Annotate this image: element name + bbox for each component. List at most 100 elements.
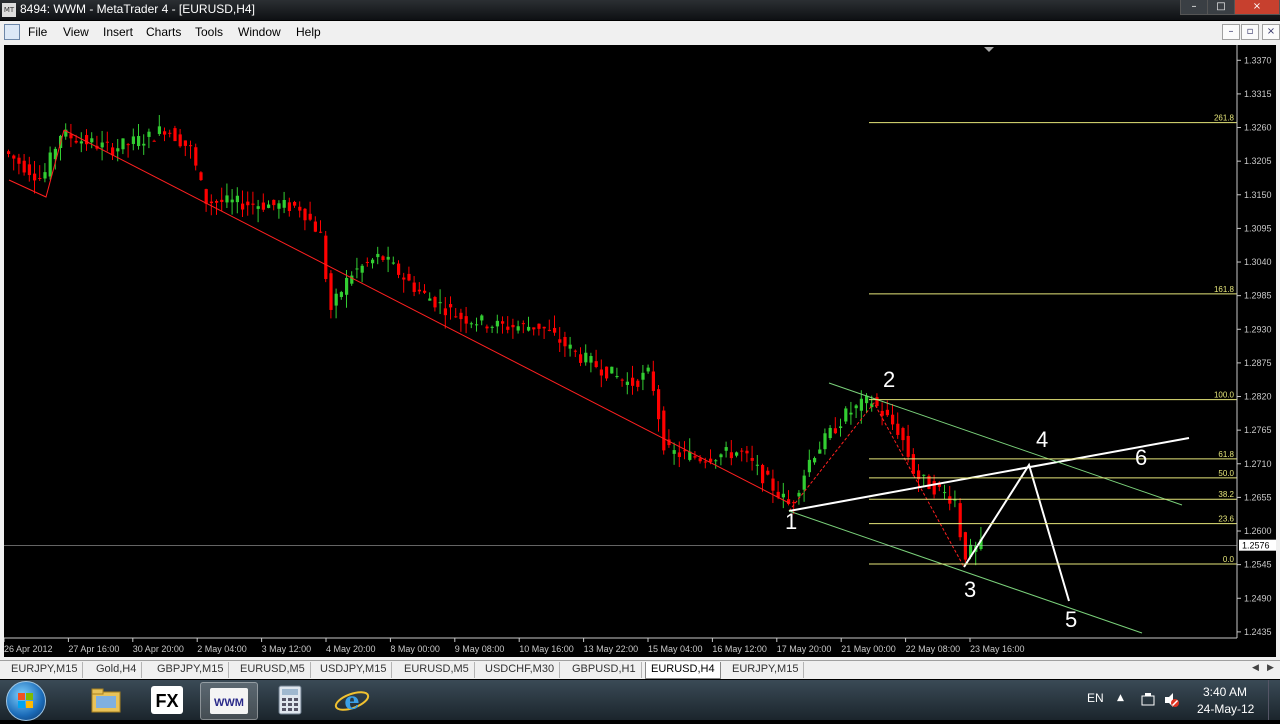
candle-bear bbox=[209, 201, 213, 204]
minimize-button[interactable]: – bbox=[1180, 0, 1208, 15]
fx-icon: FX bbox=[151, 686, 183, 714]
candle-bear bbox=[547, 329, 551, 331]
mdi-restore-button[interactable]: ▫ bbox=[1241, 24, 1259, 40]
close-button[interactable]: × bbox=[1234, 0, 1280, 15]
tab-usdjpy-m15[interactable]: USDJPY,M15 bbox=[315, 662, 393, 678]
candle-bear bbox=[313, 221, 317, 232]
candle-bull bbox=[844, 408, 848, 422]
time-label: 16 May 12:00 bbox=[712, 644, 767, 654]
chart-window-icon[interactable] bbox=[4, 24, 20, 40]
tabs-scroll-left-icon[interactable]: ◀ bbox=[1252, 663, 1259, 673]
tabs-scroll-right-icon[interactable]: ▶ bbox=[1267, 663, 1274, 673]
candle-bear bbox=[178, 134, 182, 147]
time-label: 8 May 00:00 bbox=[390, 644, 440, 654]
candle-bear bbox=[506, 326, 510, 330]
price-label: 1.2875 bbox=[1244, 358, 1272, 368]
candle-bull bbox=[157, 126, 161, 134]
clock-date[interactable]: 24-May-12 bbox=[1197, 702, 1254, 716]
start-button[interactable] bbox=[6, 681, 46, 721]
candle-bear bbox=[152, 140, 156, 142]
price-label: 1.3315 bbox=[1244, 89, 1272, 99]
candle-bear bbox=[891, 414, 895, 425]
candle-bear bbox=[85, 135, 89, 145]
tab-gbpusd-h1[interactable]: GBPUSD,H1 bbox=[567, 662, 642, 678]
price-label: 1.2820 bbox=[1244, 392, 1272, 402]
candle-bull bbox=[516, 326, 520, 331]
price-label: 1.2600 bbox=[1244, 526, 1272, 536]
candle-bull bbox=[121, 138, 125, 150]
time-label: 26 Apr 2012 bbox=[4, 644, 53, 654]
candle-bear bbox=[693, 456, 697, 458]
price-label: 1.3260 bbox=[1244, 123, 1272, 133]
fib-level-label: 50.0 bbox=[1218, 469, 1234, 478]
menu-insert[interactable]: Insert bbox=[103, 25, 133, 39]
candle-bull bbox=[438, 302, 442, 304]
candle-bull bbox=[428, 298, 432, 301]
tab-eurusd-h4[interactable]: EURUSD,H4 bbox=[645, 662, 721, 679]
candle-bear bbox=[402, 277, 406, 280]
candle-bear bbox=[12, 155, 16, 159]
candle-bull bbox=[475, 324, 479, 326]
menu-tools[interactable]: Tools bbox=[195, 25, 223, 39]
candle-bull bbox=[355, 268, 359, 270]
candle-bull bbox=[469, 323, 473, 325]
taskbar-fx-button[interactable]: FX bbox=[139, 682, 195, 718]
candle-bear bbox=[443, 308, 447, 316]
tab-eurjpy-m15[interactable]: EURJPY,M15 bbox=[6, 662, 84, 678]
menu-file[interactable]: File bbox=[28, 25, 47, 39]
volume-muted-icon[interactable] bbox=[1163, 692, 1179, 708]
show-hidden-icons-icon[interactable]: ▲ bbox=[1117, 693, 1124, 703]
window-title: 8494: WWM - MetaTrader 4 - [EURUSD,H4] bbox=[20, 2, 255, 16]
clock-time[interactable]: 3:40 AM bbox=[1203, 685, 1247, 699]
candle-bear bbox=[329, 273, 333, 310]
candle-bull bbox=[854, 405, 858, 409]
candle-bull bbox=[116, 148, 120, 152]
candle-bear bbox=[558, 339, 562, 343]
language-indicator[interactable]: EN bbox=[1087, 691, 1104, 705]
taskbar-ie-button[interactable]: e bbox=[324, 682, 380, 718]
candle-bull bbox=[256, 206, 260, 209]
maximize-button[interactable]: □ bbox=[1207, 0, 1235, 15]
mt4-app-icon[interactable]: MT bbox=[2, 3, 16, 17]
tab-eurjpy-m15-2[interactable]: EURJPY,M15 bbox=[727, 662, 805, 678]
price-chart[interactable]: 261.8 161.8 100.0 61.8 50.0 38.2 23.6 0.0 1.337… bbox=[4, 45, 1276, 657]
menu-charts[interactable]: Charts bbox=[146, 25, 181, 39]
time-label: 3 May 12:00 bbox=[262, 644, 312, 654]
mdi-close-button[interactable]: × bbox=[1262, 24, 1280, 40]
candle-bear bbox=[38, 177, 42, 179]
menu-help[interactable]: Help bbox=[296, 25, 321, 39]
candle-bear bbox=[241, 203, 245, 210]
candle-bear bbox=[251, 203, 255, 205]
candle-bull bbox=[360, 265, 364, 273]
taskbar-folder-button[interactable] bbox=[78, 682, 134, 718]
candle-bear bbox=[199, 172, 203, 181]
menu-window[interactable]: Window bbox=[238, 25, 281, 39]
action-center-icon[interactable] bbox=[1141, 693, 1155, 707]
candle-bear bbox=[319, 231, 323, 233]
candle-bull bbox=[43, 172, 47, 179]
taskbar-calculator-button[interactable] bbox=[262, 682, 318, 718]
candle-bear bbox=[750, 457, 754, 461]
tab-eurusd-m5-2[interactable]: EURUSD,M5 bbox=[399, 662, 475, 678]
menu-view[interactable]: View bbox=[63, 25, 89, 39]
price-label: 1.2985 bbox=[1244, 291, 1272, 301]
candle-bull bbox=[584, 352, 588, 363]
candle-bull bbox=[282, 199, 286, 208]
candle-bull bbox=[818, 449, 822, 454]
candle-bear bbox=[948, 496, 952, 504]
tab-gbpjpy-m15[interactable]: GBPJPY,M15 bbox=[152, 662, 230, 678]
tab-usdchf-m30[interactable]: USDCHF,M30 bbox=[480, 662, 561, 678]
show-desktop-button[interactable] bbox=[1268, 680, 1280, 720]
candle-bear bbox=[194, 147, 198, 166]
mdi-minimize-button[interactable]: – bbox=[1222, 24, 1240, 40]
time-label: 2 May 04:00 bbox=[197, 644, 247, 654]
tab-gold-h4[interactable]: Gold,H4 bbox=[91, 662, 143, 678]
candle-bear bbox=[449, 304, 453, 308]
candle-bear bbox=[766, 470, 770, 475]
candle-bull bbox=[376, 253, 380, 258]
candle-bull bbox=[48, 152, 52, 177]
candle-bear bbox=[126, 144, 130, 146]
tab-eurusd-m5[interactable]: EURUSD,M5 bbox=[235, 662, 311, 678]
wave-label-1: 1 bbox=[785, 509, 797, 534]
taskbar-wwm-button[interactable]: WWM bbox=[200, 682, 258, 720]
